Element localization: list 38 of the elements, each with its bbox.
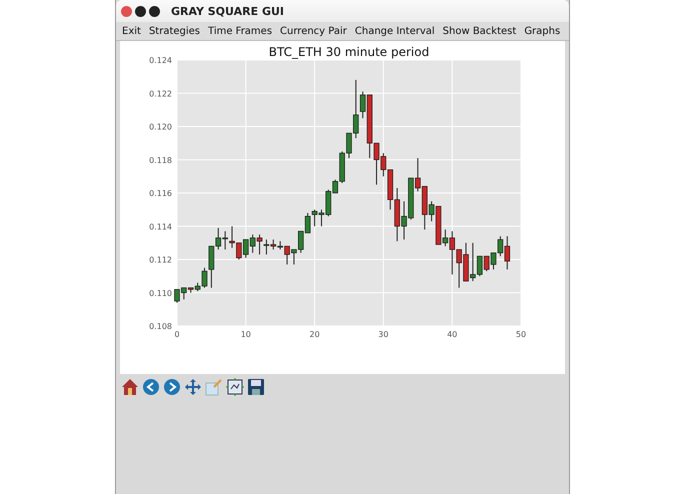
menu-item[interactable]: Graphs	[520, 26, 564, 36]
minimize-button[interactable]	[135, 6, 146, 16]
home-icon	[121, 378, 139, 396]
zoom-rectangle-icon	[205, 378, 223, 396]
menu-item[interactable]: Exit	[118, 26, 145, 36]
pan-button[interactable]	[183, 377, 203, 397]
y-tick-label: 0.122	[149, 89, 172, 98]
y-tick-label: 0.112	[149, 256, 172, 264]
x-tick-label: 40	[447, 330, 458, 339]
y-tick-label: 0.120	[149, 122, 172, 132]
menu-item[interactable]: Time Frames	[204, 26, 276, 36]
y-tick-label: 0.124	[149, 56, 172, 65]
menu-item[interactable]: Show Backtest	[438, 26, 520, 36]
x-tick-label: 30	[378, 330, 388, 339]
x-tick-label: 10	[240, 330, 251, 339]
window-title: GRAY SQUARE GUI	[171, 4, 284, 18]
y-tick-label: 0.116	[149, 189, 172, 198]
x-tick-label: 0	[174, 330, 180, 339]
menu-item[interactable]: Change Interval	[350, 26, 439, 36]
y-tick-label: 0.108	[149, 322, 172, 331]
subplots-button[interactable]	[225, 377, 245, 397]
chart-title: BTC_ETH 30 minute period	[268, 45, 430, 59]
y-tick-label: 0.118	[149, 156, 172, 165]
save-button[interactable]	[246, 377, 266, 397]
menu-item[interactable]: Currency Pair	[276, 26, 351, 36]
back-button[interactable]	[141, 377, 161, 397]
menu-item[interactable]: Strategies	[144, 26, 204, 36]
save-icon	[247, 378, 265, 396]
y-tick-label: 0.114	[149, 222, 172, 232]
maximize-button[interactable]	[149, 6, 160, 16]
x-tick-label: 20	[310, 330, 320, 339]
x-tick-label: 50	[516, 330, 526, 339]
close-button[interactable]	[121, 6, 132, 16]
forward-button[interactable]	[162, 377, 182, 397]
subplots-icon	[226, 378, 244, 396]
y-tick-label: 0.110	[149, 288, 172, 298]
move-icon	[184, 378, 202, 396]
home-button[interactable]	[120, 377, 140, 397]
